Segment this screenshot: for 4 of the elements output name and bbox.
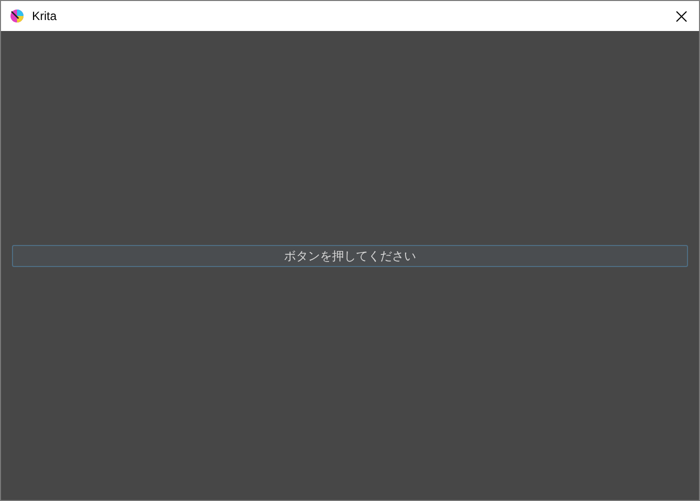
app-logo-icon <box>10 9 24 23</box>
push-button[interactable]: ボタンを押してください <box>12 244 688 266</box>
window-title: Krita <box>32 8 57 25</box>
close-icon[interactable] <box>676 10 687 22</box>
